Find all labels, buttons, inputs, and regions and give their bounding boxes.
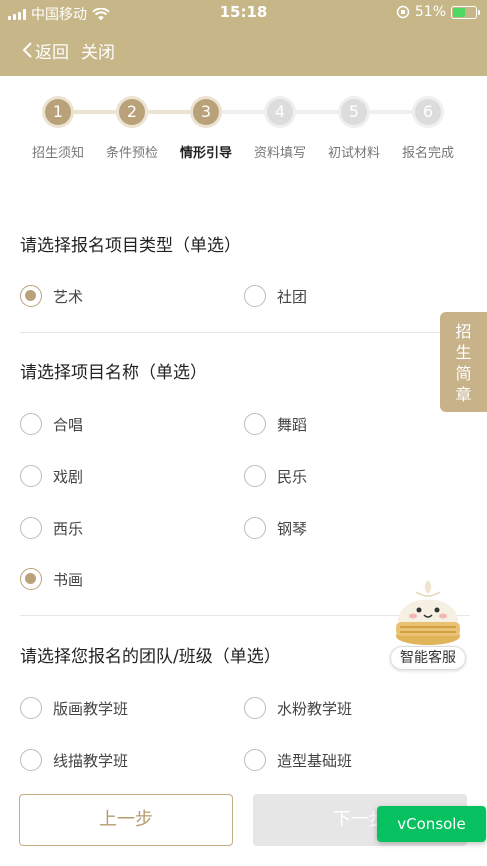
radio-icon [20, 285, 42, 307]
step-6: 6 报名完成 [391, 96, 465, 161]
step-label: 招生须知 [31, 146, 84, 161]
option-label: 书画 [53, 570, 84, 589]
option-printmaking-class[interactable]: 版画教学班 [20, 697, 128, 719]
team-title: 请选择您报名的团队/班级（单选） [20, 647, 281, 667]
option-label: 戏剧 [53, 467, 84, 486]
status-right: 51% [396, 4, 480, 20]
radio-icon [244, 697, 266, 719]
step-5: 5 初试材料 [317, 96, 391, 161]
side-tab-label: 招生简章 [455, 322, 472, 404]
option-dance[interactable]: 舞蹈 [244, 413, 307, 435]
back-button[interactable]: 返回 [22, 38, 69, 63]
step-number: 1 [45, 99, 71, 125]
bun-mascot-icon [396, 580, 460, 645]
project-type-title: 请选择报名项目类型（单选） [20, 236, 241, 256]
option-folk-music[interactable]: 民乐 [244, 465, 307, 487]
step-3: 3 情形引导 [169, 96, 243, 161]
radio-icon [20, 568, 42, 590]
step-label: 情形引导 [179, 146, 232, 161]
close-button[interactable]: 关闭 [81, 38, 115, 63]
option-label: 合唱 [53, 415, 84, 434]
previous-step-button[interactable]: 上一步 [19, 794, 233, 846]
step-4: 4 资料填写 [243, 96, 317, 161]
step-2: 2 条件预检 [95, 96, 169, 161]
option-gouache-class[interactable]: 水粉教学班 [244, 697, 352, 719]
step-1: 1 招生须知 [21, 96, 95, 161]
back-label: 返回 [35, 42, 69, 63]
step-label: 资料填写 [253, 146, 306, 161]
radio-icon [244, 465, 266, 487]
option-line-drawing-class[interactable]: 线描教学班 [20, 749, 128, 771]
option-label: 社团 [277, 287, 308, 306]
step-number: 2 [119, 99, 145, 125]
option-label: 钢琴 [277, 519, 308, 538]
step-label: 条件预检 [105, 146, 158, 161]
status-bar: 中国移动 15:18 51% [0, 0, 487, 26]
radio-icon [20, 517, 42, 539]
option-western-music[interactable]: 西乐 [20, 517, 83, 539]
step-number: 4 [267, 99, 293, 125]
option-label: 造型基础班 [277, 751, 353, 770]
smart-customer-service[interactable]: 智能客服 [388, 570, 468, 670]
radio-icon [244, 749, 266, 771]
radio-icon [20, 749, 42, 771]
option-chorus[interactable]: 合唱 [20, 413, 83, 435]
step-label: 报名完成 [401, 146, 454, 161]
assistant-label: 智能客服 [390, 646, 466, 670]
step-number: 6 [415, 99, 441, 125]
battery-icon [451, 5, 480, 19]
option-label: 民乐 [277, 467, 308, 486]
nav-bar: 返回 关闭 [0, 30, 115, 70]
option-modeling-basics-class[interactable]: 造型基础班 [244, 749, 352, 771]
option-calligraphy-painting[interactable]: 书画 [20, 568, 83, 590]
vconsole-button[interactable]: vConsole [377, 806, 486, 842]
option-label: 艺术 [53, 287, 84, 306]
radio-icon [244, 517, 266, 539]
radio-icon [244, 413, 266, 435]
option-label: 西乐 [53, 519, 84, 538]
step-progress: 1 招生须知 2 条件预检 3 情形引导 4 资料填写 5 初试材料 6 报名完成 [0, 96, 487, 176]
step-number: 3 [193, 99, 219, 125]
chevron-left-icon [22, 42, 32, 58]
option-drama[interactable]: 戏剧 [20, 465, 83, 487]
battery-percent: 51% [414, 4, 446, 20]
project-name-title: 请选择项目名称（单选） [20, 363, 207, 383]
radio-icon [244, 285, 266, 307]
option-label: 舞蹈 [277, 415, 308, 434]
divider [20, 332, 470, 333]
admission-brochure-tab[interactable]: 招生简章 [440, 312, 487, 412]
option-club[interactable]: 社团 [244, 285, 307, 307]
radio-icon [20, 413, 42, 435]
step-number: 5 [341, 99, 367, 125]
option-label: 水粉教学班 [277, 699, 353, 718]
header: 中国移动 15:18 51% 返回 关闭 [0, 0, 487, 76]
option-piano[interactable]: 钢琴 [244, 517, 307, 539]
radio-icon [20, 465, 42, 487]
radio-icon [20, 697, 42, 719]
step-label: 初试材料 [327, 146, 380, 161]
option-label: 线描教学班 [53, 751, 129, 770]
orientation-lock-icon [396, 5, 410, 19]
option-art[interactable]: 艺术 [20, 285, 83, 307]
option-label: 版画教学班 [53, 699, 129, 718]
